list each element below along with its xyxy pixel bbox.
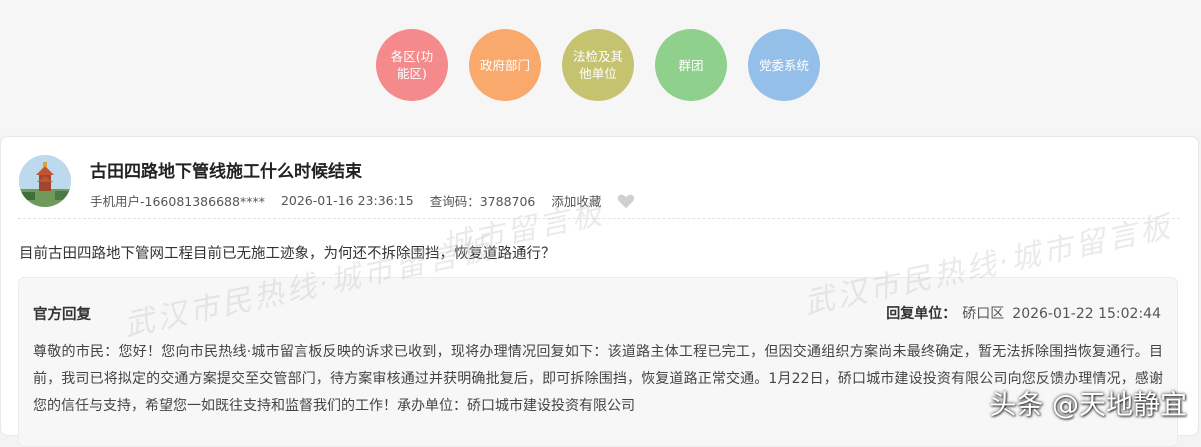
reply-unit: 回复单位： 硚口区 2026-01-22 15:02:44 bbox=[886, 303, 1161, 323]
category-government-button[interactable]: 政府部门 bbox=[469, 29, 541, 101]
avatar bbox=[19, 155, 71, 207]
category-judicial-button[interactable]: 法检及其 他单位 bbox=[562, 29, 634, 101]
category-mass-org-button[interactable]: 群团 bbox=[655, 29, 727, 101]
post-user: 手机用户-166081386688**** bbox=[90, 194, 265, 209]
avatar-image bbox=[19, 155, 71, 207]
category-district-button[interactable]: 各区(功 能区) bbox=[376, 29, 448, 101]
post-question: 目前古田四路地下管网工程目前已无施工迹象，为何还不拆除围挡，恢复道路通行？ bbox=[19, 246, 556, 262]
source-watermark: 头条 @天地静宜 bbox=[989, 390, 1187, 421]
reply-unit-name: 硚口区 bbox=[962, 306, 1005, 322]
heart-icon[interactable] bbox=[617, 193, 635, 209]
official-reply-label: 官方回复 bbox=[33, 307, 91, 323]
divider bbox=[18, 218, 1180, 219]
post-meta: 手机用户-166081386688**** 2026-01-16 23:36:1… bbox=[90, 191, 635, 210]
category-party-button[interactable]: 党委系统 bbox=[748, 29, 820, 101]
add-favorite-link[interactable]: 添加收藏 bbox=[551, 191, 601, 210]
post-datetime: 2026-01-16 23:36:15 bbox=[280, 193, 414, 208]
post-title: 古田四路地下管线施工什么时候结束 bbox=[90, 162, 362, 182]
reply-datetime: 2026-01-22 15:02:44 bbox=[1012, 306, 1161, 322]
post-query-code: 查询码：3788706 bbox=[429, 194, 536, 209]
reply-unit-label: 回复单位： bbox=[886, 306, 957, 322]
category-nav: 各区(功 能区) 政府部门 法检及其 他单位 群团 党委系统 bbox=[376, 29, 820, 101]
